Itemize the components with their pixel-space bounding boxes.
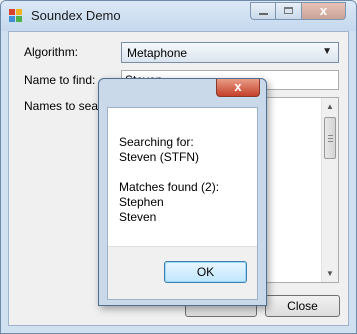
app-grid-icon [9,9,23,23]
algorithm-selected-value: Metaphone [127,46,188,60]
window-close-button[interactable]: x [302,2,346,20]
message-line [119,165,219,180]
minimize-icon [259,13,268,15]
scroll-down-icon[interactable]: ▼ [322,265,338,282]
names-list-scrollbar[interactable]: ▲ ▼ [321,98,338,282]
message-line: Steven [119,210,157,224]
name-to-find-label: Name to find: [24,73,96,87]
ok-button[interactable]: OK [164,261,247,283]
scroll-up-icon[interactable]: ▲ [322,98,338,115]
close-icon: x [319,3,328,18]
scroll-thumb[interactable] [324,117,336,159]
dialog-footer: OK [108,246,257,299]
algorithm-select[interactable]: Metaphone ▼ [121,42,339,63]
message-line: Stephen [119,195,164,209]
message-line: Steven (STFN) [119,150,200,164]
dialog-message: Searching for: Steven (STFN) Matches fou… [119,135,219,225]
maximize-button[interactable] [276,2,302,20]
maximize-icon [284,7,293,14]
window-title: Soundex Demo [31,8,121,23]
chevron-down-icon[interactable]: ▼ [322,46,332,57]
message-line: Searching for: [119,135,194,149]
close-button[interactable]: Close [265,295,340,317]
message-line: Matches found (2): [119,180,220,194]
close-icon: x [234,79,242,94]
algorithm-label: Algorithm: [24,45,79,59]
minimize-button[interactable] [250,2,276,20]
results-dialog: x Searching for: Steven (STFN) Matches f… [98,78,267,306]
dialog-body: Searching for: Steven (STFN) Matches fou… [107,107,258,300]
dialog-close-button[interactable]: x [216,79,260,97]
title-bar[interactable]: Soundex Demo x [1,1,356,31]
